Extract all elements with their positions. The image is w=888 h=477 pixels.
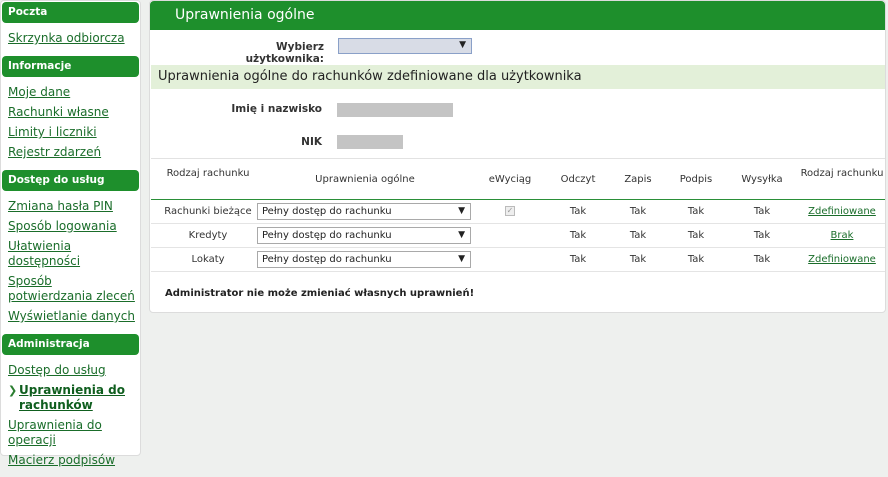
- sidebar-item-label: Uprawnienia do rachunków: [19, 383, 125, 412]
- nik-value-redacted: [337, 135, 403, 149]
- sidebar-item-wyswietlanie[interactable]: Wyświetlanie danych: [8, 309, 140, 324]
- header-ewyciag: eWyciąg: [488, 174, 532, 185]
- sidebar-item-sposob-potwierdzania[interactable]: Sposób potwierdzania zleceń: [8, 274, 140, 304]
- cell-podpis: Tak: [687, 254, 705, 265]
- header-wysylka: Wysyłka: [741, 174, 783, 185]
- cell-rodzaj: Brak: [800, 224, 884, 247]
- cell-zapis: Tak: [629, 254, 647, 265]
- permission-select-value: Pełny dostęp do rachunku: [262, 206, 392, 217]
- checkbox-icon[interactable]: ✓: [505, 206, 515, 216]
- row-type: Lokaty: [191, 254, 225, 265]
- sidebar-item-moje-dane[interactable]: Moje dane: [8, 85, 140, 100]
- header-rodzaj-rachunku: Rodzaj rachunku: [166, 168, 250, 179]
- sidebar-item-zmiana-hasla[interactable]: Zmiana hasła PIN: [8, 199, 140, 214]
- cell-odczyt: Tak: [569, 230, 587, 241]
- table-top-divider: [151, 158, 885, 159]
- cell-odczyt: Tak: [569, 254, 587, 265]
- header-odczyt: Odczyt: [560, 174, 596, 185]
- caret-down-icon: ▼: [458, 206, 465, 216]
- permission-select[interactable]: Pełny dostęp do rachunku ▼: [257, 227, 471, 244]
- cell-zapis: Tak: [629, 206, 647, 217]
- sidebar-item-ulatwienia[interactable]: Ułatwienia dostępności: [8, 239, 140, 269]
- user-select-label: Wybierz użytkownika:: [245, 41, 324, 65]
- user-select-row: Wybierz użytkownika: ▼: [150, 38, 885, 65]
- rodzaj-link[interactable]: Zdefiniowane: [808, 206, 876, 217]
- caret-down-icon: ▼: [458, 254, 465, 264]
- section-list-poczta: Skrzynka odbiorcza: [1, 23, 140, 55]
- sidebar-item-macierz-podpisow[interactable]: Macierz podpisów: [8, 453, 140, 468]
- chevron-right-icon: ❯: [8, 384, 18, 397]
- section-header-administracja: Administracja: [2, 334, 139, 355]
- sidebar-item-dostep-do-uslug[interactable]: Dostęp do usług: [8, 363, 140, 378]
- section-header-poczta: Poczta: [2, 2, 139, 23]
- cell-rodzaj: Zdefiniowane: [800, 248, 884, 271]
- user-select[interactable]: ▼: [338, 38, 472, 54]
- sidebar-item-uprawnienia-rachunkow[interactable]: ❯ Uprawnienia do rachunków: [8, 383, 140, 413]
- header-uprawnienia-ogolne: Uprawnienia ogólne: [315, 174, 415, 185]
- nik-label: NIK: [301, 136, 322, 148]
- header-zapis: Zapis: [624, 174, 652, 185]
- name-label: Imię i nazwisko: [231, 103, 322, 115]
- sidebar-item-sposob-logowania[interactable]: Sposób logowania: [8, 219, 140, 234]
- sidebar-item-limity[interactable]: Limity i liczniki: [8, 125, 140, 140]
- caret-down-icon: ▼: [458, 230, 465, 240]
- permission-select-value: Pełny dostęp do rachunku: [262, 254, 392, 265]
- row-type: Kredyty: [188, 230, 228, 241]
- table-row: Lokaty Pełny dostęp do rachunku ▼ Tak Ta…: [151, 248, 885, 272]
- cell-rodzaj: Zdefiniowane: [800, 200, 884, 223]
- rodzaj-link[interactable]: Zdefiniowane: [808, 254, 876, 265]
- table-row: Rachunki bieżące Pełny dostęp do rachunk…: [151, 200, 885, 224]
- section-list-dostep: Zmiana hasła PIN Sposób logowania Ułatwi…: [1, 191, 140, 333]
- header-rodzaj-rachunku-2: Rodzaj rachunku: [800, 168, 884, 179]
- permission-select-value: Pełny dostęp do rachunku: [262, 230, 392, 241]
- section-header-informacje: Informacje: [2, 56, 139, 77]
- main-panel: Uprawnienia ogólne Wybierz użytkownika: …: [149, 0, 886, 313]
- permission-select[interactable]: Pełny dostęp do rachunku ▼: [257, 251, 471, 268]
- admin-note: Administrator nie może zmieniać własnych…: [165, 288, 475, 299]
- permission-select[interactable]: Pełny dostęp do rachunku ▼: [257, 203, 471, 220]
- section-list-administracja: Dostęp do usług ❯ Uprawnienia do rachunk…: [1, 355, 140, 477]
- rodzaj-link[interactable]: Brak: [831, 230, 854, 241]
- cell-podpis: Tak: [687, 206, 705, 217]
- section-subtitle: Uprawnienia ogólne do rachunków zdefinio…: [151, 65, 885, 89]
- page-title: Uprawnienia ogólne: [150, 1, 885, 30]
- sidebar-item-rejestr-zdarzen[interactable]: Rejestr zdarzeń: [8, 145, 140, 160]
- section-header-dostep: Dostęp do usług: [2, 170, 139, 191]
- header-podpis: Podpis: [679, 174, 713, 185]
- cell-wysylka: Tak: [753, 254, 771, 265]
- cell-zapis: Tak: [629, 230, 647, 241]
- table-row: Kredyty Pełny dostęp do rachunku ▼ Tak T…: [151, 224, 885, 248]
- name-value-redacted: [337, 103, 453, 117]
- cell-wysylka: Tak: [753, 230, 771, 241]
- cell-wysylka: Tak: [753, 206, 771, 217]
- cell-podpis: Tak: [687, 230, 705, 241]
- sidebar-item-rachunki-wlasne[interactable]: Rachunki własne: [8, 105, 140, 120]
- cell-odczyt: Tak: [569, 206, 587, 217]
- row-type: Rachunki bieżące: [164, 206, 252, 217]
- sidebar-item-skrzynka-odbiorcza[interactable]: Skrzynka odbiorcza: [8, 31, 140, 46]
- section-list-informacje: Moje dane Rachunki własne Limity i liczn…: [1, 77, 140, 169]
- sidebar-item-uprawnienia-operacji[interactable]: Uprawnienia do operacji: [8, 418, 140, 448]
- sidebar: Poczta Skrzynka odbiorcza Informacje Moj…: [0, 0, 141, 467]
- caret-down-icon: ▼: [459, 40, 466, 50]
